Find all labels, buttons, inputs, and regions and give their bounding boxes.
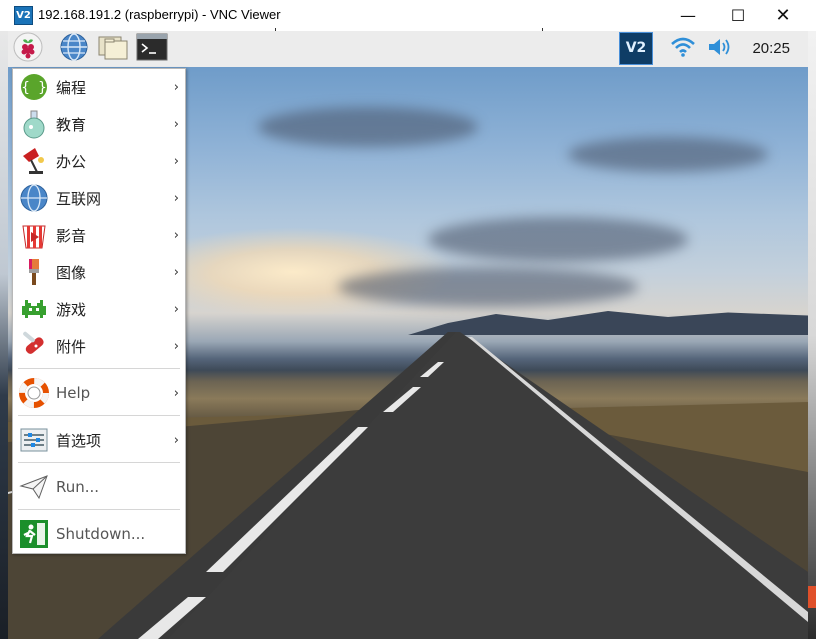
submenu-arrow-icon: › bbox=[173, 338, 179, 354]
file-manager-button[interactable] bbox=[97, 33, 129, 65]
menu-item-label: 教育 bbox=[56, 115, 87, 134]
wifi-status-button[interactable] bbox=[667, 33, 699, 65]
menu-item-preferences[interactable]: 首选项 › bbox=[13, 422, 185, 458]
menu-item-label: Help bbox=[56, 384, 91, 402]
menu-item-programming[interactable]: { } 编程 › bbox=[13, 69, 185, 105]
menu-item-education[interactable]: 教育 › bbox=[13, 106, 185, 142]
wallpaper-mountains bbox=[408, 311, 808, 335]
maximize-button[interactable]: ☐ bbox=[715, 0, 761, 31]
graphics-brush-icon bbox=[18, 256, 50, 288]
terminal-icon bbox=[136, 33, 168, 65]
title-bar[interactable]: V2 192.168.191.2 (raspberrypi) - VNC Vie… bbox=[0, 0, 816, 35]
menu-item-label: 影音 bbox=[56, 226, 87, 245]
submenu-arrow-icon: › bbox=[173, 385, 179, 401]
menu-item-label: 办公 bbox=[56, 152, 87, 171]
clock[interactable]: 20:25 bbox=[752, 40, 790, 57]
menu-item-label: Run... bbox=[56, 478, 100, 496]
office-lamp-icon bbox=[18, 145, 50, 177]
internet-globe-icon bbox=[18, 182, 50, 214]
help-lifebuoy-icon bbox=[18, 377, 50, 409]
menu-item-shutdown[interactable]: Shutdown... bbox=[13, 516, 185, 552]
submenu-arrow-icon: › bbox=[173, 432, 179, 448]
menu-item-media[interactable]: 影音 › bbox=[13, 217, 185, 253]
terminal-button[interactable] bbox=[136, 33, 168, 65]
shutdown-exit-icon bbox=[18, 518, 50, 550]
programming-braces-icon: { } bbox=[18, 71, 50, 103]
media-popcorn-icon bbox=[18, 219, 50, 251]
submenu-arrow-icon: › bbox=[173, 153, 179, 169]
submenu-arrow-icon: › bbox=[173, 301, 179, 317]
menu-item-label: 附件 bbox=[56, 337, 87, 356]
applications-menu: { } 编程 › 教育 › 办公 › 互联网 › 影音 › 图像 › 游戏 › … bbox=[12, 68, 186, 554]
window-title: 192.168.191.2 (raspberrypi) - VNC Viewer bbox=[38, 7, 281, 22]
menu-item-label: 游戏 bbox=[56, 300, 87, 319]
education-flask-icon bbox=[18, 108, 50, 140]
close-button[interactable]: ✕ bbox=[760, 0, 806, 31]
host-app-icon bbox=[807, 586, 816, 608]
menu-item-label: 互联网 bbox=[56, 189, 102, 208]
web-browser-button[interactable] bbox=[58, 33, 90, 65]
preferences-sliders-icon bbox=[18, 424, 50, 456]
vnc-viewer-window: V2 192.168.191.2 (raspberrypi) - VNC Vie… bbox=[0, 0, 816, 639]
submenu-arrow-icon: › bbox=[173, 79, 179, 95]
submenu-arrow-icon: › bbox=[173, 264, 179, 280]
submenu-arrow-icon: › bbox=[173, 227, 179, 243]
wallpaper-cloud bbox=[258, 107, 478, 147]
minimize-button[interactable]: — bbox=[665, 0, 711, 31]
submenu-arrow-icon: › bbox=[173, 190, 179, 206]
svg-text:{ }: { } bbox=[21, 80, 46, 96]
submenu-arrow-icon: › bbox=[173, 116, 179, 132]
wallpaper-cloud bbox=[568, 137, 768, 172]
menu-item-office[interactable]: 办公 › bbox=[13, 143, 185, 179]
folders-icon bbox=[97, 32, 129, 66]
menu-item-graphics[interactable]: 图像 › bbox=[13, 254, 185, 290]
vnc-app-icon: V2 bbox=[14, 6, 33, 25]
menu-separator bbox=[18, 368, 180, 369]
globe-icon bbox=[59, 32, 89, 66]
games-invader-icon bbox=[18, 293, 50, 325]
menu-separator bbox=[18, 509, 180, 510]
menu-item-run[interactable]: Run... bbox=[13, 469, 185, 505]
menu-item-accessories[interactable]: 附件 › bbox=[13, 328, 185, 364]
vnc-server-tray-icon[interactable]: V2 bbox=[619, 32, 653, 65]
run-paperplane-icon bbox=[18, 471, 50, 503]
raspberry-icon bbox=[13, 32, 43, 66]
wallpaper-cloud bbox=[338, 267, 638, 307]
raspberry-menu-button[interactable] bbox=[12, 32, 44, 66]
menu-item-internet[interactable]: 互联网 › bbox=[13, 180, 185, 216]
raspberry-pi-taskbar: V2 20:25 bbox=[8, 31, 808, 68]
menu-item-label: Shutdown... bbox=[56, 525, 146, 543]
menu-separator bbox=[18, 415, 180, 416]
menu-separator bbox=[18, 462, 180, 463]
menu-item-label: 首选项 bbox=[56, 431, 102, 450]
speaker-icon bbox=[706, 36, 732, 62]
menu-item-label: 图像 bbox=[56, 263, 87, 282]
accessories-knife-icon bbox=[18, 330, 50, 362]
menu-item-label: 编程 bbox=[56, 78, 87, 97]
volume-button[interactable] bbox=[703, 33, 735, 65]
wifi-icon bbox=[670, 36, 696, 62]
host-desktop-fragment bbox=[0, 31, 8, 639]
host-desktop-fragment bbox=[808, 31, 816, 639]
menu-item-games[interactable]: 游戏 › bbox=[13, 291, 185, 327]
menu-item-help[interactable]: Help › bbox=[13, 375, 185, 411]
wallpaper-cloud bbox=[428, 217, 688, 262]
